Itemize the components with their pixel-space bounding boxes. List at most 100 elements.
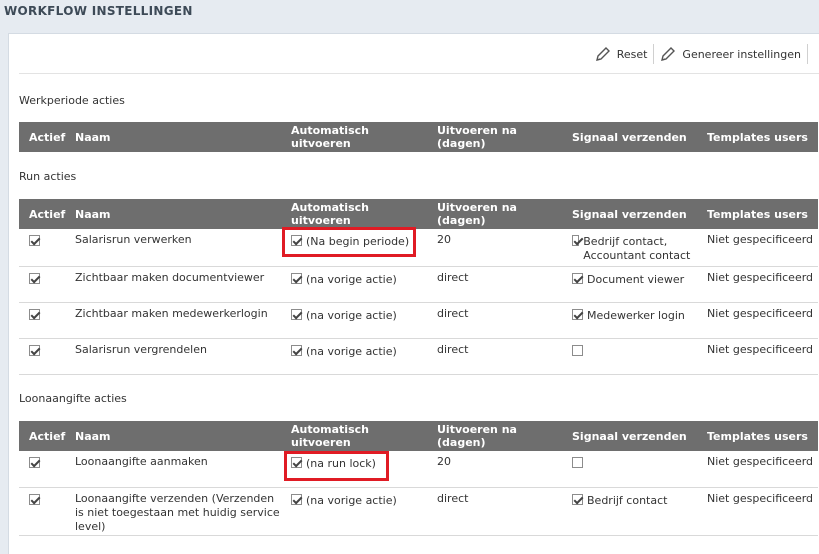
checkbox-checked[interactable] xyxy=(291,235,302,246)
action-name: Salarisrun vergrendelen xyxy=(75,342,207,356)
col-header-signaal[interactable]: Signaal verzenden xyxy=(562,199,697,229)
checkbox-checked[interactable] xyxy=(572,235,580,246)
action-name: Loonaangifte aanmaken xyxy=(75,455,208,468)
cell-uitvoeren-na: 20 xyxy=(427,451,562,488)
cell-actief xyxy=(19,302,65,339)
checkbox-checked[interactable] xyxy=(291,493,302,505)
reset-button[interactable]: Reset xyxy=(589,46,654,62)
auto-run-label: (na vorige actie) xyxy=(306,344,397,358)
col-header-templates[interactable]: Templates users xyxy=(697,122,818,152)
col-header-naam[interactable]: Naam xyxy=(65,421,281,451)
cell-signaal: Bedrijf contact xyxy=(562,487,697,536)
action-name: Loonaangifte verzenden (Verzenden is nie… xyxy=(75,491,280,533)
cell-automatisch: (na vorige actie) xyxy=(281,302,427,339)
table-row: Zichtbaar maken documentviewer (na vorige… xyxy=(19,266,818,303)
signal-option xyxy=(572,455,583,468)
settings-panel: Reset Genereer instellingen Werkperiode … xyxy=(8,33,819,554)
cell-automatisch: (Na begin periode) xyxy=(281,229,427,267)
checkbox-checked[interactable] xyxy=(29,457,40,468)
table-header-row: Actief Naam Automatisch uitvoeren Uitvoe… xyxy=(19,199,818,229)
col-header-templates[interactable]: Templates users xyxy=(697,199,818,229)
templates-value: Niet gespecificeerd xyxy=(707,491,814,505)
pencil-icon xyxy=(661,47,676,61)
col-header-actief[interactable]: Actief xyxy=(19,122,65,152)
cell-automatisch: (na vorige actie) xyxy=(281,338,427,375)
reset-label: Reset xyxy=(616,47,648,61)
col-header-naam[interactable]: Naam xyxy=(65,199,281,229)
toolbar-divider xyxy=(19,73,819,74)
cell-actief xyxy=(19,487,65,536)
checkbox-checked[interactable] xyxy=(572,308,583,320)
run-table: Actief Naam Automatisch uitvoeren Uitvoe… xyxy=(19,199,818,375)
auto-run-option: (na vorige actie) xyxy=(291,307,397,323)
checkbox-checked[interactable] xyxy=(29,272,40,284)
signal-option: Bedrijf contact, Accountant contact xyxy=(572,233,697,263)
checkbox-checked[interactable] xyxy=(29,493,40,505)
days-value: direct xyxy=(437,491,469,505)
col-header-uitvoeren-na[interactable]: Uitvoeren na (dagen) xyxy=(427,421,562,451)
table-header-row: Actief Naam Automatisch uitvoeren Uitvoe… xyxy=(19,421,818,451)
page-title: WORKFLOW INSTELLINGEN xyxy=(4,4,193,18)
templates-value: Niet gespecificeerd xyxy=(707,233,814,246)
days-value: direct xyxy=(437,306,469,320)
signal-option xyxy=(572,343,583,356)
loonaangifte-table: Actief Naam Automatisch uitvoeren Uitvoe… xyxy=(19,421,818,536)
generate-label: Genereer instellingen xyxy=(682,47,801,61)
col-header-automatisch[interactable]: Automatisch uitvoeren xyxy=(281,199,427,229)
page-header: WORKFLOW INSTELLINGEN xyxy=(0,0,819,26)
cell-templates: Niet gespecificeerd xyxy=(697,338,818,375)
section-label-run: Run acties xyxy=(19,170,77,183)
cell-automatisch: (na run lock) xyxy=(281,451,427,488)
section-label-loonaangifte: Loonaangifte acties xyxy=(19,392,127,405)
cell-naam: Zichtbaar maken medewerkerlogin xyxy=(65,302,281,339)
table-row: Loonaangifte aanmaken (na run lock) 20 Niet… xyxy=(19,451,818,488)
col-header-actief[interactable]: Actief xyxy=(19,199,65,229)
section-label-werkperiode: Werkperiode acties xyxy=(19,94,125,107)
cell-naam: Salarisrun verwerken xyxy=(65,229,281,267)
col-header-automatisch[interactable]: Automatisch uitvoeren xyxy=(281,122,427,152)
col-header-signaal[interactable]: Signaal verzenden xyxy=(562,421,697,451)
auto-run-option: (na run lock) xyxy=(291,455,376,471)
checkbox[interactable] xyxy=(572,457,583,468)
days-value: direct xyxy=(437,270,469,284)
cell-signaal xyxy=(562,451,697,488)
checkbox-checked[interactable] xyxy=(572,272,583,284)
cell-actief xyxy=(19,451,65,488)
col-header-automatisch[interactable]: Automatisch uitvoeren xyxy=(281,421,427,451)
table-row: Salarisrun verwerken (Na begin periode) 20… xyxy=(19,229,818,267)
checkbox-checked[interactable] xyxy=(29,344,40,356)
checkbox[interactable] xyxy=(572,344,583,356)
auto-run-label: (na run lock) xyxy=(306,457,376,470)
col-header-signaal[interactable]: Signaal verzenden xyxy=(562,122,697,152)
checkbox-checked[interactable] xyxy=(572,493,583,505)
cell-templates: Niet gespecificeerd xyxy=(697,266,818,303)
signal-option: Medewerker login xyxy=(572,307,685,323)
toolbar-separator xyxy=(807,44,808,64)
checkbox-checked[interactable] xyxy=(29,235,40,246)
col-header-templates[interactable]: Templates users xyxy=(697,421,818,451)
col-header-actief[interactable]: Actief xyxy=(19,421,65,451)
checkbox-checked[interactable] xyxy=(291,457,302,468)
werkperiode-table: Actief Naam Automatisch uitvoeren Uitvoe… xyxy=(19,122,818,152)
cell-naam: Zichtbaar maken documentviewer xyxy=(65,266,281,303)
generate-settings-button[interactable]: Genereer instellingen xyxy=(654,46,807,62)
cell-templates: Niet gespecificeerd xyxy=(697,229,818,267)
cell-naam: Loonaangifte verzenden (Verzenden is nie… xyxy=(65,487,281,536)
checkbox-checked[interactable] xyxy=(291,344,302,356)
templates-value: Niet gespecificeerd xyxy=(707,270,814,284)
checkbox-checked[interactable] xyxy=(291,272,302,284)
templates-value: Niet gespecificeerd xyxy=(707,455,814,468)
col-header-uitvoeren-na[interactable]: Uitvoeren na (dagen) xyxy=(427,122,562,152)
checkbox-checked[interactable] xyxy=(29,308,40,320)
cell-automatisch: (na vorige actie) xyxy=(281,487,427,536)
signal-option: Bedrijf contact xyxy=(572,492,667,508)
auto-run-label: (na vorige actie) xyxy=(306,493,397,507)
col-header-naam[interactable]: Naam xyxy=(65,122,281,152)
signal-label: Bedrijf contact, Accountant contact xyxy=(583,235,691,262)
cell-uitvoeren-na: 20 xyxy=(427,229,562,267)
checkbox-checked[interactable] xyxy=(291,308,302,320)
action-name: Zichtbaar maken medewerkerlogin xyxy=(75,306,268,320)
col-header-uitvoeren-na[interactable]: Uitvoeren na (dagen) xyxy=(427,199,562,229)
cell-signaal xyxy=(562,338,697,375)
cell-naam: Loonaangifte aanmaken xyxy=(65,451,281,488)
